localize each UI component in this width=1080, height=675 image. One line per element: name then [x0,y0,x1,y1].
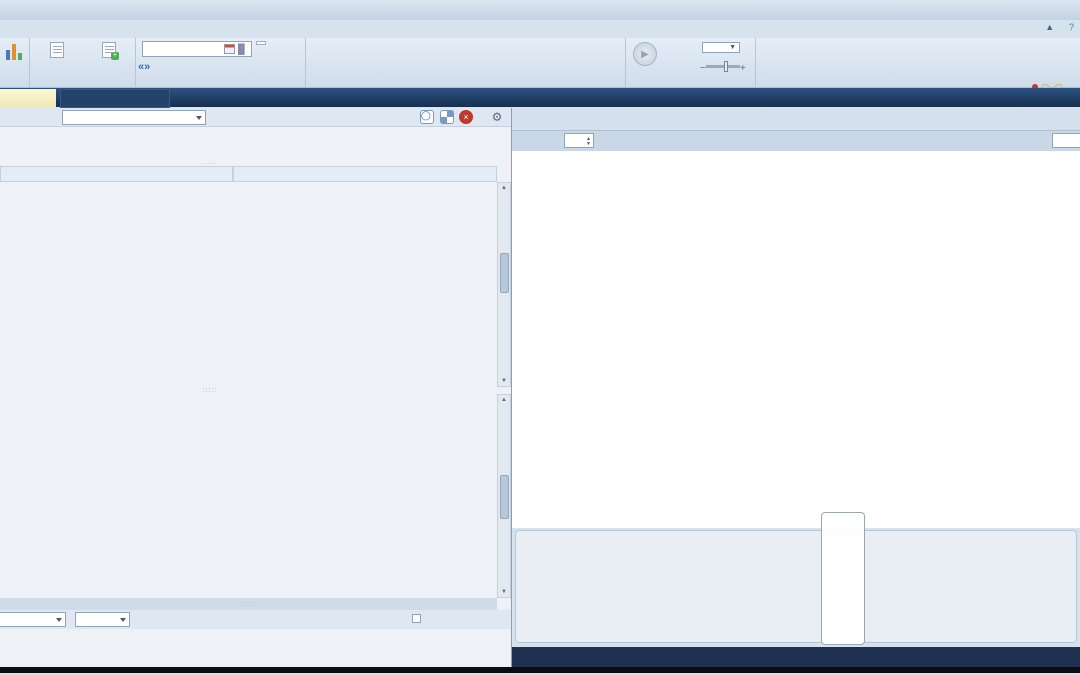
speed-slider[interactable]: − + [700,61,746,74]
window-icons: ▲ ? [1033,22,1074,33]
vol-adjust-spinner[interactable]: ▲ ▼ [564,133,594,148]
menu-bar [0,20,1080,38]
strategy-select[interactable] [62,110,206,125]
grid-view-icon[interactable] [440,110,454,124]
chart-toolbar: ▲ ▼ [512,131,1080,151]
trade-log-icon [50,42,64,58]
current-price-column[interactable] [821,512,865,645]
reports-icon [5,42,25,60]
position-filter-select[interactable] [0,612,66,627]
positions-panel: × ⚙ ::::: ▲▼ ::::: ▲▼ ::::: [0,108,511,667]
auto-select[interactable] [75,612,130,627]
reports-button[interactable] [0,42,30,60]
title-bar [0,0,1080,20]
position-toolbar: × ⚙ [0,108,511,127]
ignore-trades-checkbox[interactable] [412,614,421,623]
ribbon: + ▐▌ «» ▶ ▼ − + [0,38,1080,120]
tab-analysis-spx[interactable]: × [0,89,56,108]
ribbon-group-datetime: ▐▌ «» [136,38,306,88]
scrollbar-table1[interactable]: ▲ ▼ [497,182,511,387]
greeks-strip [512,528,1080,647]
trading-date-input[interactable]: ▐▌ [142,41,252,57]
chart-status-bar [512,647,1080,667]
document-tab-strip: × [0,88,1080,108]
trade-log-button[interactable] [34,42,80,60]
search-icon[interactable] [420,110,434,124]
analysis-panel: ▲ ▼ [511,108,1080,667]
drag-handle[interactable]: ::::: [190,387,230,394]
help-icon[interactable]: ? [1069,22,1074,32]
tab-analysis-rut[interactable] [60,89,170,108]
gear-icon[interactable]: ⚙ [490,110,504,124]
projection-date-input[interactable] [1052,133,1080,148]
chevron-right-icon[interactable]: » [144,61,150,73]
ribbon-group-tradelog: + [30,38,136,88]
collapse-ribbon-icon[interactable]: ▲ [1045,22,1054,32]
ribbon-group-reports [0,38,30,88]
play-icon: ▶ [633,42,657,66]
chart-tabs [512,108,1080,131]
expiry1-header[interactable] [0,166,233,182]
ribbon-group-windows [306,38,626,88]
commit-trade-icon: + [102,42,119,60]
expiry2-header[interactable] [233,166,497,182]
play-button[interactable]: ▶ [630,42,660,66]
scrollbar-table2[interactable]: ▲ ▼ [497,394,511,598]
time-icon[interactable]: ▐▌ [235,44,248,55]
ribbon-group-playback: ▶ ▼ − + [626,38,756,88]
commit-trade-button[interactable]: + [84,42,134,60]
summary-filter-row [0,610,511,629]
exp-button[interactable] [256,41,266,45]
splitter[interactable]: ::::: [0,598,497,610]
risk-chart-plot[interactable] [512,151,1080,528]
interval-select[interactable]: ▼ [702,42,740,53]
close-position-icon[interactable]: × [459,110,473,124]
time-step-row: «» [138,61,304,73]
calendar-icon[interactable] [224,44,235,54]
